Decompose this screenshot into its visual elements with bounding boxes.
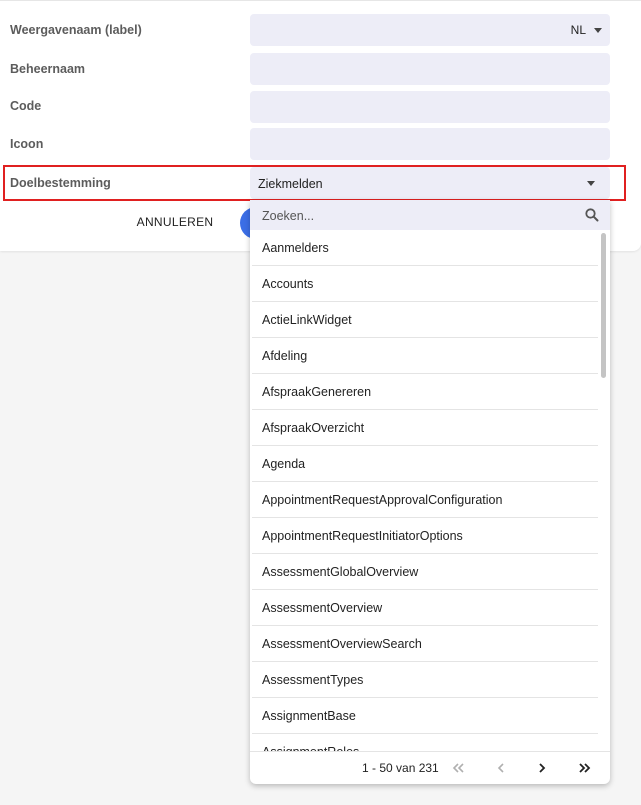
first-page-button[interactable]: [448, 758, 470, 778]
chevron-right-icon: [539, 763, 546, 773]
last-page-button[interactable]: [573, 758, 595, 778]
target-highlight-frame: [3, 165, 626, 201]
list-item[interactable]: AppointmentRequestApprovalConfiguration: [252, 482, 598, 518]
list-item[interactable]: ActieLinkWidget: [252, 302, 598, 338]
list-item[interactable]: AssessmentTypes: [252, 662, 598, 698]
list-item[interactable]: Accounts: [252, 266, 598, 302]
pagination-range: 1 - 50 van 231: [362, 761, 439, 775]
list-item[interactable]: AssignmentRoles: [252, 734, 598, 753]
icon-field[interactable]: [250, 128, 610, 160]
next-page-button[interactable]: [531, 758, 553, 778]
admin-name-field[interactable]: [250, 53, 610, 85]
chevron-left-icon: [497, 763, 504, 773]
list-item[interactable]: AfspraakOverzicht: [252, 410, 598, 446]
pagination: 1 - 50 van 231: [250, 751, 610, 784]
code-label: Code: [10, 99, 42, 113]
language-value: NL: [570, 23, 586, 37]
list-item[interactable]: AssessmentOverview: [252, 590, 598, 626]
search-input[interactable]: [260, 206, 564, 226]
previous-page-button[interactable]: [490, 758, 512, 778]
list-item[interactable]: AppointmentRequestInitiatorOptions: [252, 518, 598, 554]
language-select[interactable]: NL: [571, 14, 602, 46]
cancel-button[interactable]: ANNULEREN: [120, 209, 230, 235]
chevron-down-icon: [594, 27, 602, 33]
list-item[interactable]: Afdeling: [252, 338, 598, 374]
chevron-double-right-icon: [579, 763, 591, 773]
icon-label: Icoon: [10, 137, 44, 151]
target-dropdown-panel: Aanmelders Accounts ActieLinkWidget Afde…: [250, 200, 610, 784]
display-name-label: Weergavenaam (label): [10, 23, 142, 37]
admin-name-label: Beheernaam: [10, 62, 86, 76]
display-name-field[interactable]: NL: [250, 14, 610, 46]
search-icon[interactable]: [584, 207, 600, 223]
code-field[interactable]: [250, 91, 610, 123]
list-item[interactable]: AssessmentGlobalOverview: [252, 554, 598, 590]
dropdown-search: [250, 200, 610, 230]
list-item[interactable]: Agenda: [252, 446, 598, 482]
list-item[interactable]: AfspraakGenereren: [252, 374, 598, 410]
chevron-double-left-icon: [452, 763, 464, 773]
option-list: Aanmelders Accounts ActieLinkWidget Afde…: [250, 230, 600, 752]
list-item[interactable]: AssignmentBase: [252, 698, 598, 734]
list-item[interactable]: Aanmelders: [252, 230, 598, 266]
list-item[interactable]: AssessmentOverviewSearch: [252, 626, 598, 662]
scrollbar-thumb[interactable]: [601, 233, 606, 378]
